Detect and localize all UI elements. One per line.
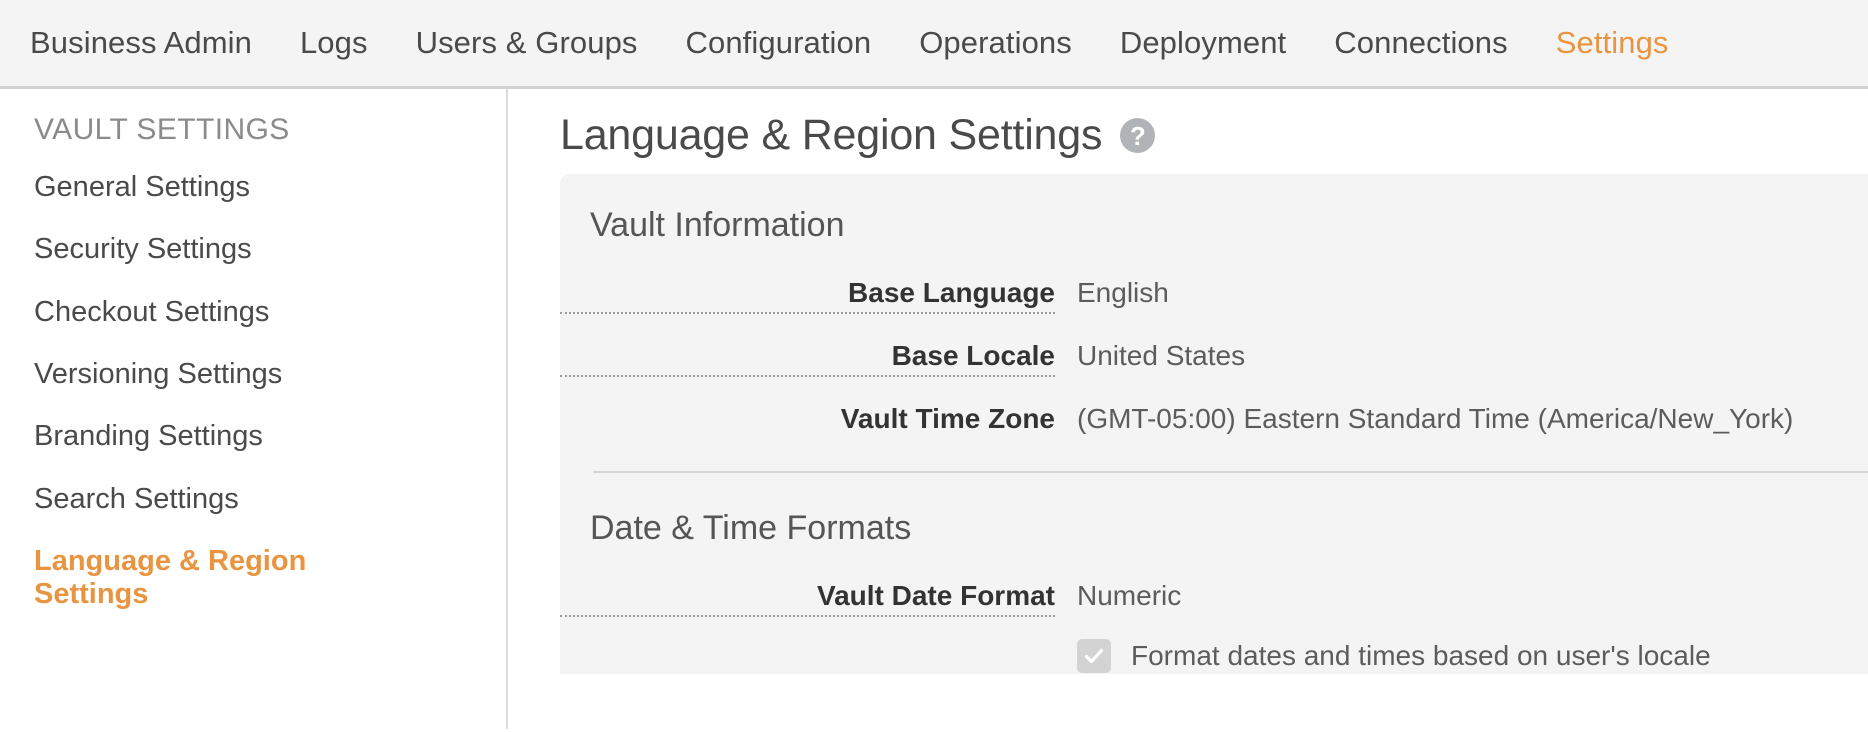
field-value-vault-time-zone: (GMT-05:00) Eastern Standard Time (Ameri… [1077,403,1794,434]
page-body: VAULT SETTINGS General Settings Security… [0,89,1868,729]
sidebar-item-language-and-region-settings[interactable]: Language & Region Settings [0,531,506,627]
field-value-base-language: English [1077,277,1169,308]
sidebar-item-general-settings[interactable]: General Settings [0,157,506,219]
section-heading-vault-information: Vault Information [590,206,845,244]
page-title: Language & Region Settings [560,111,1103,159]
vault-settings-sidebar: VAULT SETTINGS General Settings Security… [0,89,508,729]
nav-item-connections[interactable]: Connections [1334,25,1507,61]
nav-item-configuration[interactable]: Configuration [686,25,872,61]
nav-item-deployment[interactable]: Deployment [1120,25,1286,61]
section-heading-date-and-time-formats: Date & Time Formats [590,509,912,547]
main-content: Language & Region Settings ? Vault Infor… [508,89,1868,729]
field-row-vault-date-format: Vault Date Format Numeric [560,580,1868,617]
sidebar-item-versioning-settings[interactable]: Versioning Settings [0,344,506,406]
field-label-base-language: Base Language [560,277,1055,314]
nav-item-settings[interactable]: Settings [1556,25,1669,61]
sidebar-item-security-settings[interactable]: Security Settings [0,219,506,281]
page-title-row: Language & Region Settings ? [508,89,1868,174]
field-label-vault-date-format: Vault Date Format [560,580,1055,617]
sidebar-heading: VAULT SETTINGS [34,113,290,146]
field-value-vault-date-format: Numeric [1077,580,1182,611]
field-row-vault-time-zone: Vault Time Zone (GMT-05:00) Eastern Stan… [560,403,1868,438]
field-label-base-locale: Base Locale [560,340,1055,377]
sidebar-item-branding-settings[interactable]: Branding Settings [0,406,506,468]
section-divider [593,471,1868,473]
sidebar-item-search-settings[interactable]: Search Settings [0,469,506,531]
field-label-vault-time-zone: Vault Time Zone [840,403,1055,434]
checkbox-row-format-dates-locale[interactable]: Format dates and times based on user's l… [560,639,1868,673]
sidebar-item-checkout-settings[interactable]: Checkout Settings [0,282,506,344]
help-circle-icon[interactable]: ? [1120,118,1156,153]
checkmark-icon[interactable] [1077,639,1111,673]
field-value-base-locale: United States [1077,340,1246,371]
field-row-base-locale: Base Locale United States [560,340,1868,377]
field-row-base-language: Base Language English [560,277,1868,314]
nav-item-logs[interactable]: Logs [300,25,368,61]
nav-item-business-admin[interactable]: Business Admin [30,25,252,61]
settings-panel: Vault Information Base Language English … [560,174,1868,674]
checkbox-label-format-dates-locale: Format dates and times based on user's l… [1131,640,1711,671]
top-navigation-bar: Business Admin Logs Users & Groups Confi… [0,0,1868,89]
nav-item-users-and-groups[interactable]: Users & Groups [416,25,638,61]
nav-item-operations[interactable]: Operations [919,25,1072,61]
